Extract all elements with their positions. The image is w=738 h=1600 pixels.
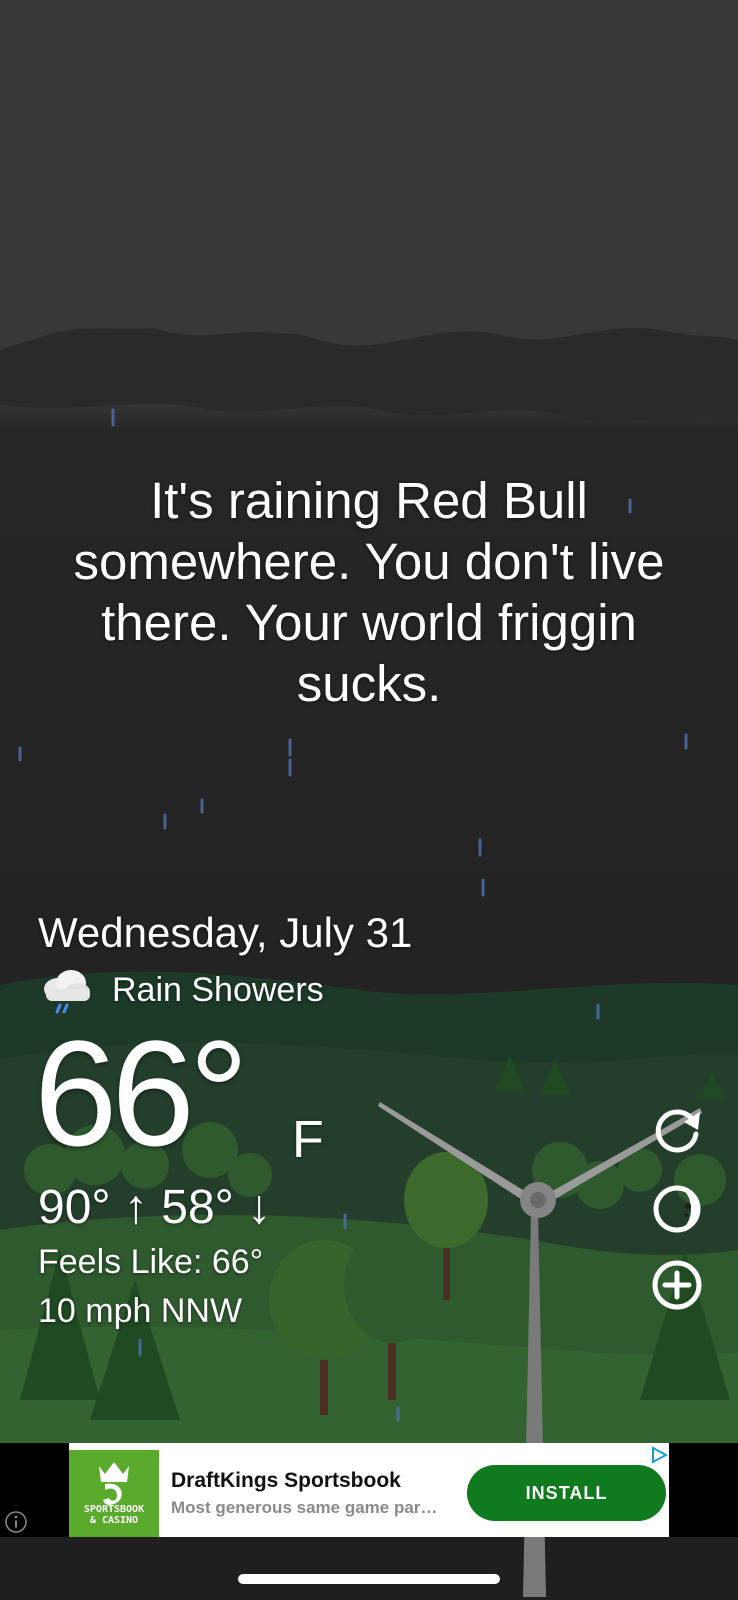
weather-quote: It's raining Red Bull somewhere. You don… [73,472,665,712]
ad-banner: SPORTSBOOK & CASINO DraftKings Sportsboo… [0,1443,738,1537]
info-icon[interactable] [4,1510,28,1534]
ad-subtitle[interactable]: Most generous same game par… [171,1498,456,1518]
weather-scene-background [0,0,738,1600]
refresh-icon[interactable] [650,1104,704,1158]
rain-cloud-icon [44,970,90,1014]
home-indicator[interactable] [238,1574,500,1584]
current-temperature[interactable]: 66° [34,1018,249,1168]
moon-phase-icon[interactable] [650,1182,704,1236]
high-low-temperature: 90° ↑ 58° ↓ [38,1181,272,1234]
ad-content[interactable]: SPORTSBOOK & CASINO DraftKings Sportsboo… [69,1443,669,1537]
install-button[interactable]: INSTALL [467,1465,666,1521]
date-label: Wednesday, July 31 [38,909,413,956]
wind-speed: 10 mph NNW [38,1292,243,1330]
feels-like-temperature: Feels Like: 66° [38,1243,264,1281]
condition-label: Rain Showers [112,970,324,1009]
ad-logo-text-line2: & CASINO [89,1515,139,1526]
add-location-icon[interactable] [650,1258,704,1312]
ad-choices-icon[interactable] [650,1446,668,1464]
ad-title[interactable]: DraftKings Sportsbook [171,1469,401,1493]
temperature-unit[interactable]: F [292,1112,324,1168]
draftkings-logo[interactable]: SPORTSBOOK & CASINO [69,1450,159,1537]
condition-row: Rain Showers [38,965,324,1015]
ad-logo-text-line1: SPORTSBOOK [83,1504,145,1515]
